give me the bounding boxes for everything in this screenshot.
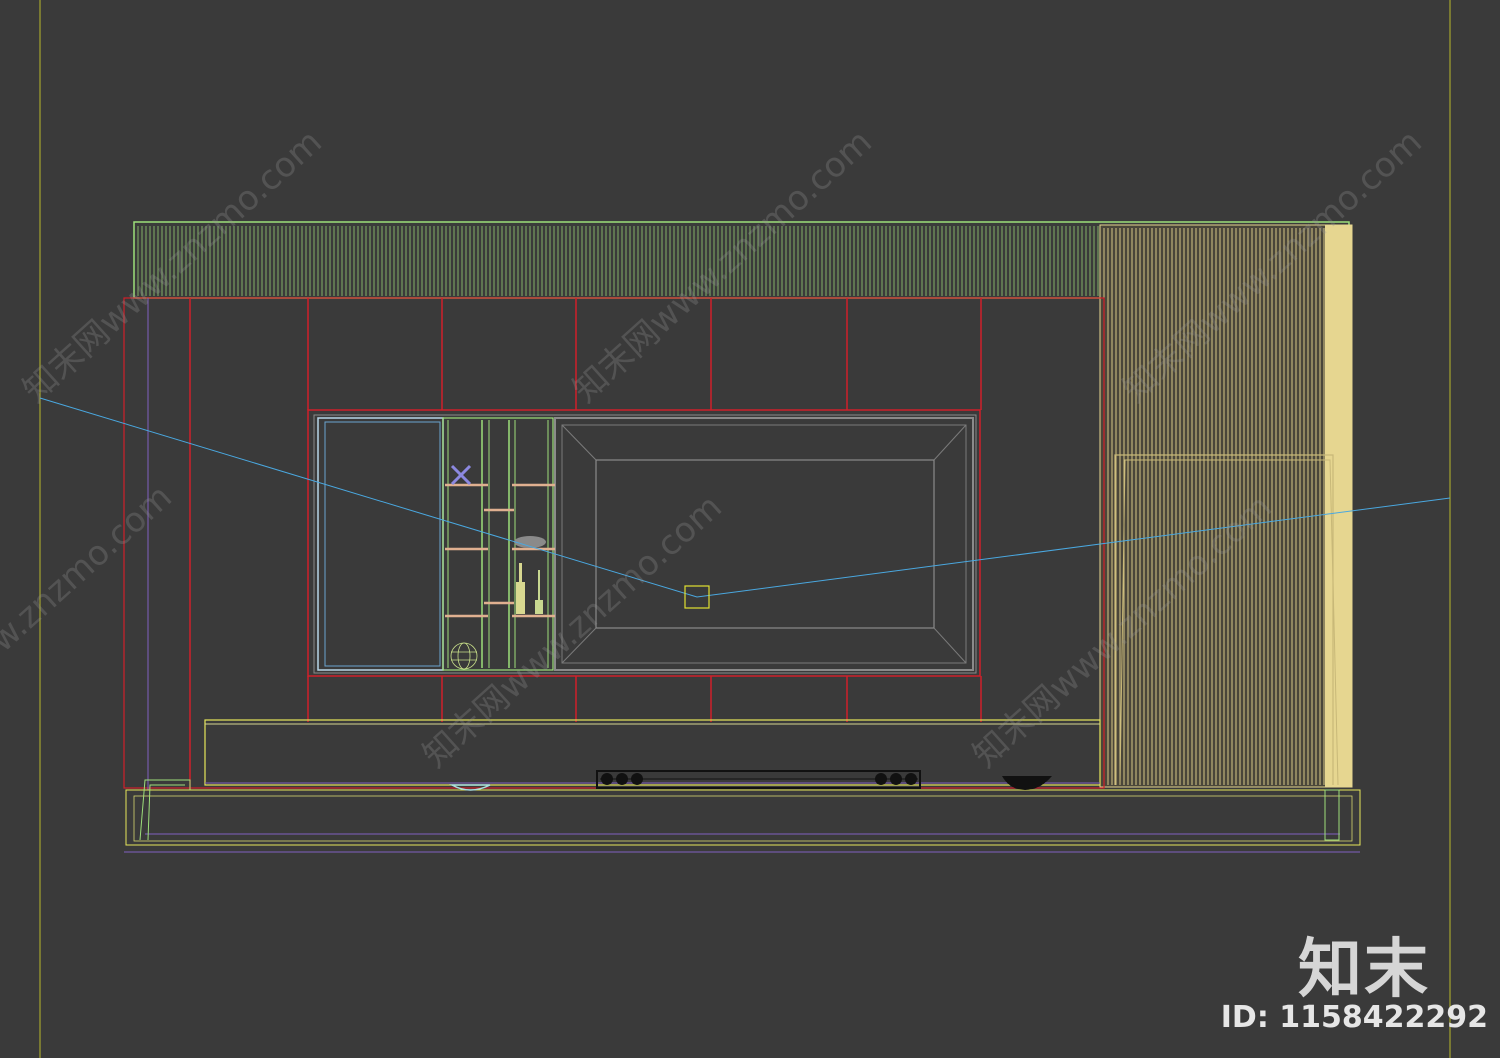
decor-sphere <box>450 642 478 670</box>
asset-id-label: ID: 1158422292 <box>1220 1000 1488 1035</box>
display-cabinet <box>317 417 555 671</box>
3d-viewport[interactable]: 知末网www.znzmo.com 知末网www.znzmo.com 知末网www… <box>0 0 1500 1058</box>
brand-logo: 知末 <box>1298 933 1430 1007</box>
wireframe-scene <box>39 0 1451 1058</box>
decor-vase <box>516 582 525 614</box>
decor-sculpture <box>450 464 472 486</box>
